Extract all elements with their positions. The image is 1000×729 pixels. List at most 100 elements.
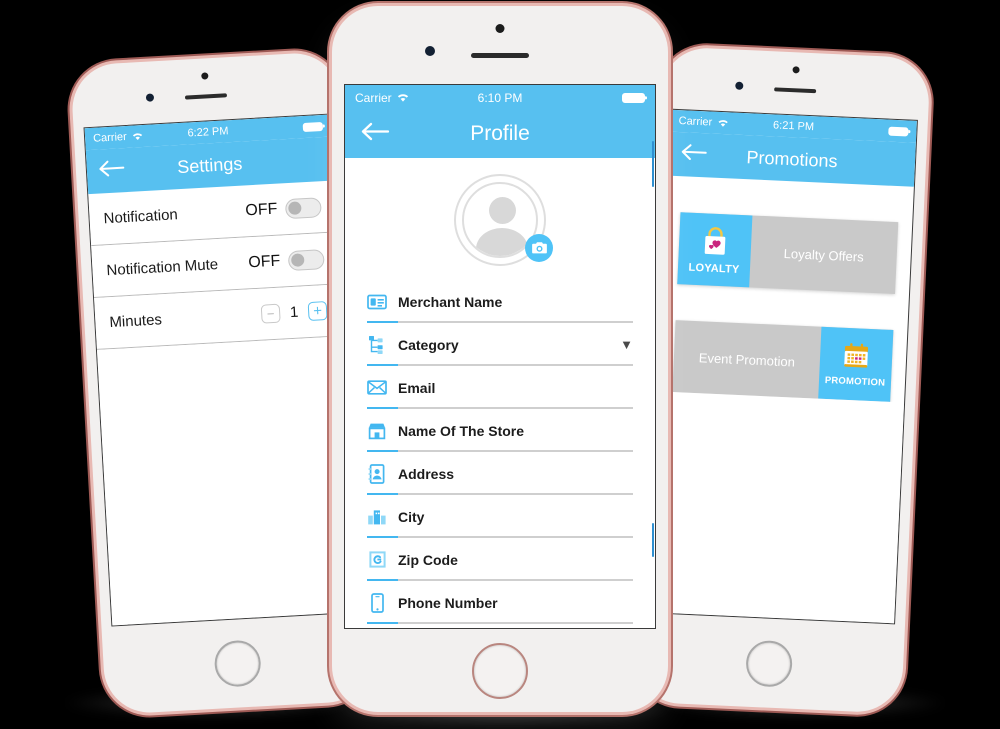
front-camera-icon (495, 24, 505, 33)
battery-icon (622, 92, 645, 103)
right-phone: Carrier 6:21 PM Promotions LOYALTY Loyal… (633, 46, 931, 714)
scene-root: Carrier 6:22 PM Settings Notification OF… (0, 0, 1000, 729)
back-arrow-icon[interactable] (98, 159, 125, 182)
avatar-head (488, 197, 516, 224)
calendar-icon (844, 343, 869, 368)
chevron-down-icon[interactable]: ▼ (620, 337, 633, 352)
notification-toggle[interactable] (284, 196, 322, 219)
wifi-icon (397, 94, 408, 102)
toggle-state-label: OFF (247, 252, 281, 271)
settings-row-label: Notification Mute (106, 256, 219, 280)
home-button[interactable] (213, 639, 262, 688)
field-merchant-name[interactable]: Merchant Name (367, 280, 633, 323)
carrier-label: Carrier (92, 130, 128, 145)
battery-icon (888, 126, 909, 136)
settings-row-label: Notification (103, 206, 179, 228)
proximity-sensor-icon (425, 46, 435, 56)
wifi-icon (718, 120, 728, 127)
postal-stamp-icon (367, 550, 387, 570)
field-phone-number[interactable]: Phone Number (367, 581, 633, 624)
toggle-state-label: OFF (244, 200, 278, 219)
field-category[interactable]: Category ▼ (367, 323, 633, 366)
avatar-body (476, 228, 528, 256)
promo-card-title: Event Promotion (698, 349, 796, 370)
center-nav-bar: Profile (345, 110, 655, 158)
carrier-label: Carrier (355, 90, 392, 105)
notification-mute-toggle[interactable] (287, 248, 325, 271)
field-label: City (398, 508, 425, 525)
promotions-card-list: LOYALTY Loyalty Offers Event Promotion P… (658, 176, 914, 403)
right-status-carrier-group: Carrier (678, 115, 729, 129)
proximity-sensor-icon (145, 93, 155, 102)
proximity-sensor-icon (735, 81, 744, 90)
field-label: Address (398, 465, 455, 482)
back-arrow-icon[interactable] (681, 143, 708, 166)
field-label: Name Of The Store (398, 422, 525, 439)
field-underline-accent (367, 622, 398, 624)
stepper-increment-button[interactable]: + (307, 301, 328, 322)
toggle-knob (288, 201, 302, 216)
right-phone-screen: Carrier 6:21 PM Promotions LOYALTY Loyal… (647, 108, 918, 625)
center-status-carrier-group: Carrier (355, 91, 410, 105)
earpiece-speaker-icon (184, 93, 228, 100)
field-label: Phone Number (398, 594, 498, 611)
field-zip-code[interactable]: Zip Code (367, 538, 633, 581)
battery-icon (302, 121, 324, 132)
settings-row-control[interactable]: OFF (247, 248, 325, 273)
field-email[interactable]: Email (367, 366, 633, 409)
camera-icon[interactable] (525, 234, 553, 262)
id-card-icon (367, 292, 387, 312)
settings-row-label: Minutes (108, 311, 163, 332)
promo-card-loyalty[interactable]: LOYALTY Loyalty Offers (677, 212, 899, 295)
home-button[interactable] (472, 642, 528, 699)
center-phone-top-hardware (332, 6, 668, 84)
earpiece-speaker-icon (471, 52, 529, 58)
sitemap-icon (367, 335, 387, 355)
shopping-bag-hearts-icon (704, 226, 726, 255)
front-camera-icon (201, 72, 209, 80)
profile-form: Merchant Name Category ▼ Email Name Of T… (345, 274, 655, 624)
buildings-icon (367, 507, 387, 527)
front-camera-icon (792, 66, 800, 74)
back-arrow-icon[interactable] (361, 122, 391, 146)
page-title: Profile (470, 122, 530, 145)
minutes-stepper[interactable]: − 1 + (260, 301, 328, 324)
field-label: Category (398, 336, 459, 353)
promo-card-title: Loyalty Offers (783, 245, 865, 265)
right-screen-empty-area (648, 391, 905, 624)
promotion-thumbnail: PROMOTION (818, 326, 894, 402)
field-store-name[interactable]: Name Of The Store (367, 409, 633, 452)
loyalty-thumbnail: LOYALTY (677, 212, 753, 288)
left-phone-screen: Carrier 6:22 PM Settings Notification OF… (83, 113, 360, 627)
promo-card-event-promotion[interactable]: Event Promotion PROMOTION (672, 320, 894, 402)
envelope-icon (367, 378, 387, 398)
field-label: Merchant Name (398, 293, 503, 310)
field-city[interactable]: City (367, 495, 633, 538)
earpiece-speaker-icon (774, 87, 817, 94)
camera-glyph-icon (531, 242, 547, 254)
promo-thumb-label: LOYALTY (688, 261, 740, 276)
center-phone: Carrier 6:10 PM Profile Merchant Name Ca… (332, 6, 668, 712)
home-button[interactable] (745, 639, 794, 688)
toggle-knob (290, 253, 305, 267)
scroll-indicator-bottom[interactable] (652, 523, 654, 557)
field-underline (367, 622, 633, 624)
field-label: Email (398, 379, 436, 396)
field-address[interactable]: Address (367, 452, 633, 495)
field-label: Zip Code (398, 551, 458, 568)
stepper-decrement-button[interactable]: − (260, 303, 281, 324)
carrier-label: Carrier (678, 115, 713, 129)
promo-thumb-label: PROMOTION (824, 374, 886, 389)
mobile-phone-icon (367, 592, 387, 613)
profile-avatar[interactable] (345, 166, 655, 274)
wifi-icon (132, 133, 142, 141)
center-status-bar: Carrier 6:10 PM (345, 85, 655, 110)
settings-row-control[interactable]: OFF (244, 196, 322, 221)
scroll-indicator-top[interactable] (652, 141, 654, 187)
storefront-icon (367, 421, 387, 441)
left-phone: Carrier 6:22 PM Settings Notification OF… (70, 51, 374, 715)
address-book-icon (367, 463, 387, 484)
left-screen-empty-area (96, 336, 358, 626)
center-phone-screen: Carrier 6:10 PM Profile Merchant Name Ca… (344, 84, 656, 629)
left-status-carrier-group: Carrier (93, 130, 144, 145)
